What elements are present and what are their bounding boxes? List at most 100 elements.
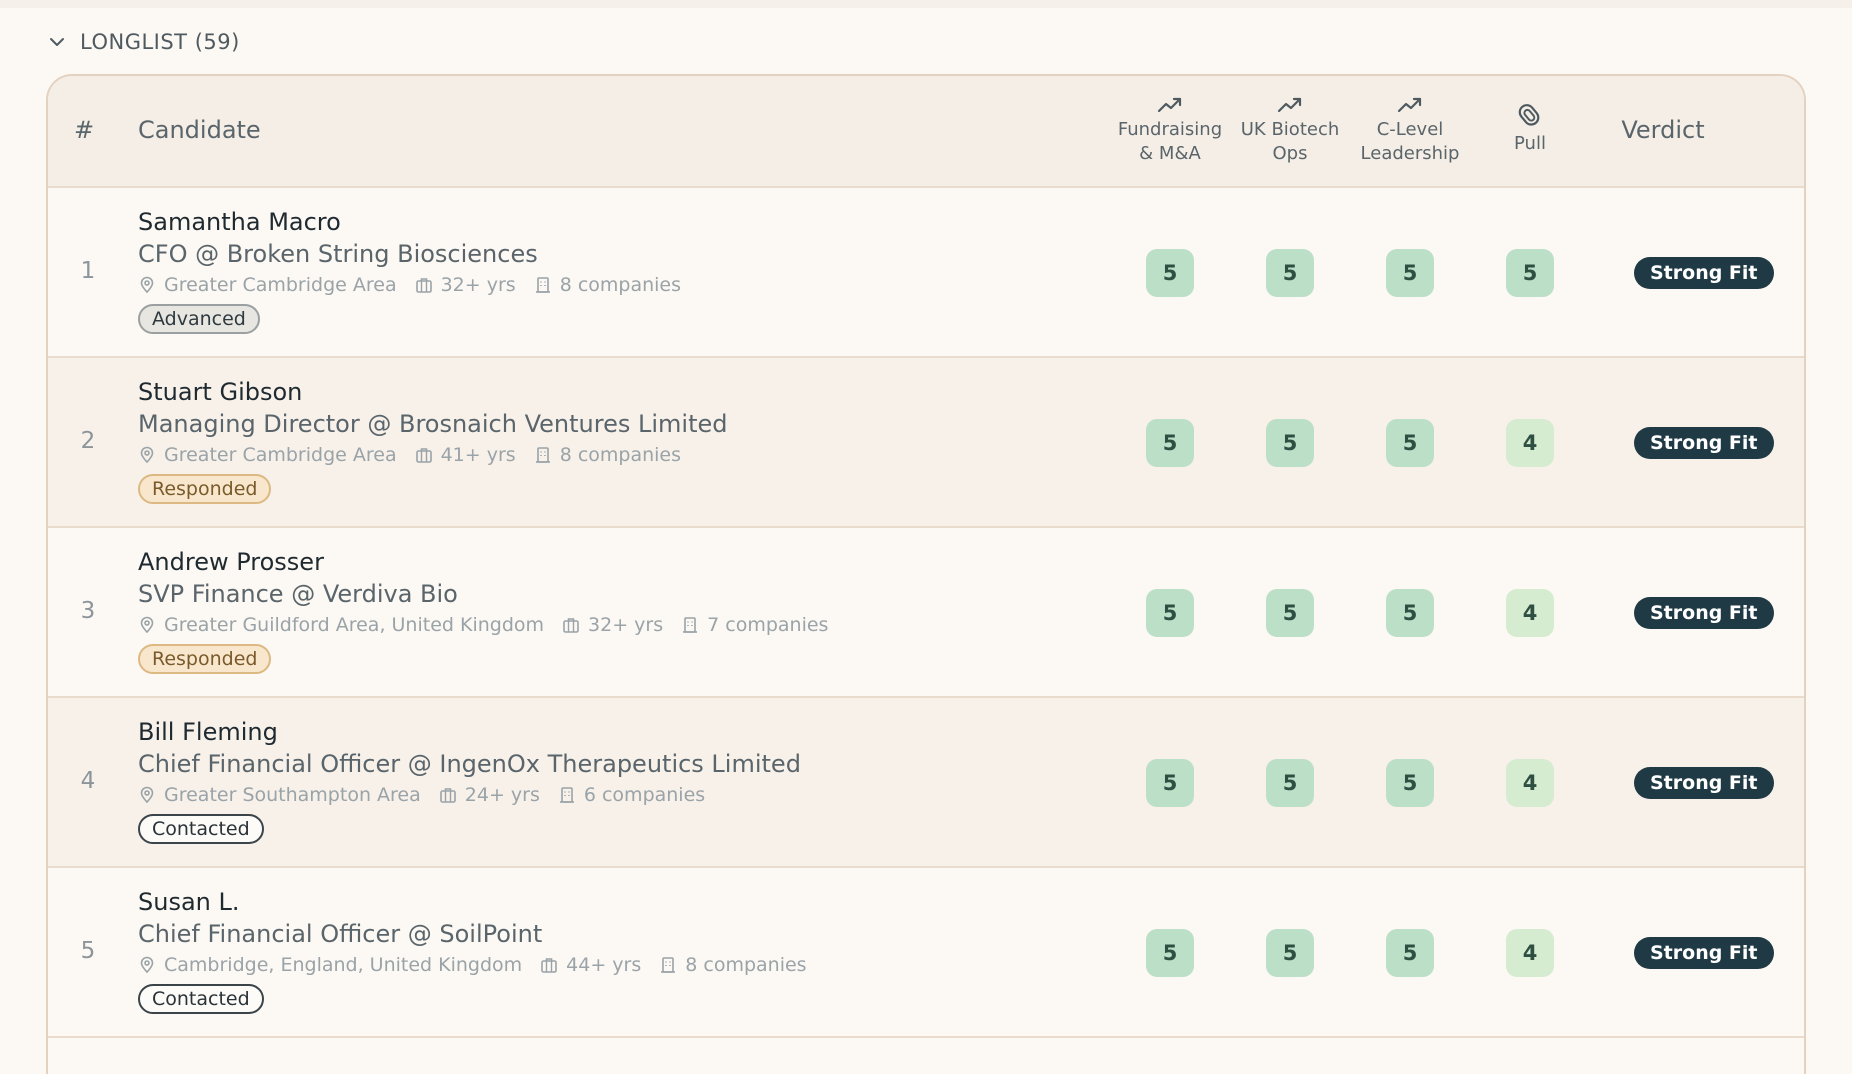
briefcase-icon [439, 788, 456, 803]
status-badge[interactable]: Contacted [138, 984, 264, 1014]
location-meta: Greater Cambridge Area [138, 274, 397, 296]
location-pin-icon [140, 446, 154, 464]
companies-meta: 8 companies [659, 954, 807, 976]
companies-meta: 6 companies [558, 784, 705, 806]
location-pin-icon [140, 276, 154, 294]
building-icon [683, 617, 698, 633]
longlist-section-toggle[interactable]: LONGLIST (59) [48, 26, 240, 58]
header-c-level-line2: Leadership [1360, 143, 1460, 165]
verdict-badge: Strong Fit [1634, 257, 1774, 289]
candidate-title: CFO @ Broken String Biosciences [138, 240, 538, 268]
status-badge[interactable]: Responded [138, 474, 272, 504]
row-number: 3 [80, 598, 96, 624]
score-uk-biotech: 5 [1266, 759, 1314, 807]
candidate-years: 32+ yrs [440, 274, 516, 296]
score-pull: 4 [1506, 759, 1554, 807]
candidate-title: Chief Financial Officer @ SoilPoint [138, 920, 543, 948]
candidate-name[interactable]: Bill Fleming [138, 718, 278, 746]
location-meta: Cambridge, England, United Kingdom [138, 954, 522, 976]
score-c-level: 5 [1386, 249, 1434, 297]
candidate-meta: Greater Cambridge Area 32+ yrs 8 compani… [138, 274, 699, 296]
score-pull: 4 [1506, 929, 1554, 977]
location-pin-icon [140, 956, 154, 974]
candidate-title: SVP Finance @ Verdiva Bio [138, 580, 458, 608]
header-number: # [74, 116, 95, 144]
briefcase-icon [541, 958, 557, 973]
candidate-name[interactable]: Andrew Prosser [138, 548, 324, 576]
score-fundraising: 5 [1146, 759, 1194, 807]
location-meta: Greater Cambridge Area [138, 444, 397, 466]
building-icon [535, 277, 550, 293]
score-c-level: 5 [1386, 759, 1434, 807]
status-badge[interactable]: Advanced [138, 304, 260, 334]
experience-meta: 32+ yrs [562, 614, 663, 636]
header-verdict[interactable]: Verdict [1588, 116, 1738, 144]
companies-meta: 8 companies [534, 444, 681, 466]
score-pull: 5 [1506, 249, 1554, 297]
candidate-location: Greater Guildford Area, United Kingdom [164, 614, 545, 636]
location-pin-icon [140, 616, 154, 634]
row-number: 5 [80, 938, 96, 964]
header-uk-biotech[interactable]: UK Biotech Ops [1230, 94, 1350, 167]
location-meta: Greater Southampton Area [138, 784, 421, 806]
candidate-meta: Greater Cambridge Area 41+ yrs 8 compani… [138, 444, 699, 466]
score-fundraising: 5 [1146, 419, 1194, 467]
score-uk-biotech: 5 [1266, 249, 1314, 297]
candidate-name[interactable]: Susan L. [138, 888, 240, 916]
table-row[interactable]: 4 Bill Fleming Chief Financial Officer @… [48, 698, 1804, 868]
candidate-location: Cambridge, England, United Kingdom [164, 954, 523, 976]
table-row[interactable]: 3 Andrew Prosser SVP Finance @ Verdiva B… [48, 528, 1804, 698]
building-icon [661, 957, 676, 973]
verdict-badge: Strong Fit [1634, 427, 1774, 459]
candidate-name[interactable]: Samantha Macro [138, 208, 341, 236]
candidate-companies: 8 companies [559, 274, 682, 296]
row-number: 2 [80, 428, 96, 454]
header-c-level[interactable]: C-Level Leadership [1350, 94, 1470, 167]
score-fundraising: 5 [1146, 929, 1194, 977]
header-c-level-line1: C-Level [1376, 119, 1444, 140]
candidate-location: Greater Southampton Area [164, 784, 421, 806]
table-row[interactable]: 1 Samantha Macro CFO @ Broken String Bio… [48, 188, 1804, 358]
companies-meta: 8 companies [534, 274, 681, 296]
row-number: 1 [80, 258, 96, 284]
location-pin-icon [140, 786, 154, 804]
candidate-table: # Candidate Fundraising & M&A UK Biotech… [46, 74, 1806, 1074]
row-number: 4 [80, 768, 96, 794]
table-row[interactable]: 2 Stuart Gibson Managing Director @ Bros… [48, 358, 1804, 528]
table-row[interactable]: 5 Susan L. Chief Financial Officer @ Soi… [48, 868, 1804, 1038]
score-pull: 4 [1506, 589, 1554, 637]
candidate-years: 24+ yrs [464, 784, 540, 806]
trending-up-icon [1397, 97, 1422, 113]
score-fundraising: 5 [1146, 589, 1194, 637]
table-header: # Candidate Fundraising & M&A UK Biotech… [48, 76, 1804, 188]
briefcase-icon [415, 278, 432, 293]
header-fundraising[interactable]: Fundraising & M&A [1110, 94, 1230, 167]
header-pull[interactable]: Pull [1470, 102, 1590, 156]
header-fundraising-line1: Fundraising [1117, 119, 1223, 140]
briefcase-icon [563, 618, 579, 633]
trending-up-icon [1157, 97, 1182, 113]
companies-meta: 7 companies [681, 614, 828, 636]
briefcase-icon [415, 448, 432, 463]
building-icon [559, 787, 574, 803]
status-badge[interactable]: Contacted [138, 814, 264, 844]
score-c-level: 5 [1386, 589, 1434, 637]
candidate-years: 44+ yrs [566, 954, 642, 976]
score-pull: 4 [1506, 419, 1554, 467]
verdict-badge: Strong Fit [1634, 767, 1774, 799]
header-pull-line1: Pull [1514, 133, 1546, 154]
candidate-title: Managing Director @ Brosnaich Ventures L… [138, 410, 728, 438]
candidate-companies: 8 companies [559, 444, 682, 466]
candidate-companies: 6 companies [583, 784, 706, 806]
score-c-level: 5 [1386, 419, 1434, 467]
candidate-companies: 7 companies [707, 614, 829, 636]
candidate-meta: Greater Southampton Area 24+ yrs 6 compa… [138, 784, 723, 806]
score-c-level: 5 [1386, 929, 1434, 977]
candidate-location: Greater Cambridge Area [164, 444, 397, 466]
header-candidate[interactable]: Candidate [138, 116, 261, 144]
candidate-name[interactable]: Stuart Gibson [138, 378, 302, 406]
chevron-down-icon [50, 38, 64, 46]
magnet-icon [1518, 104, 1540, 126]
score-uk-biotech: 5 [1266, 589, 1314, 637]
status-badge[interactable]: Responded [138, 644, 272, 674]
